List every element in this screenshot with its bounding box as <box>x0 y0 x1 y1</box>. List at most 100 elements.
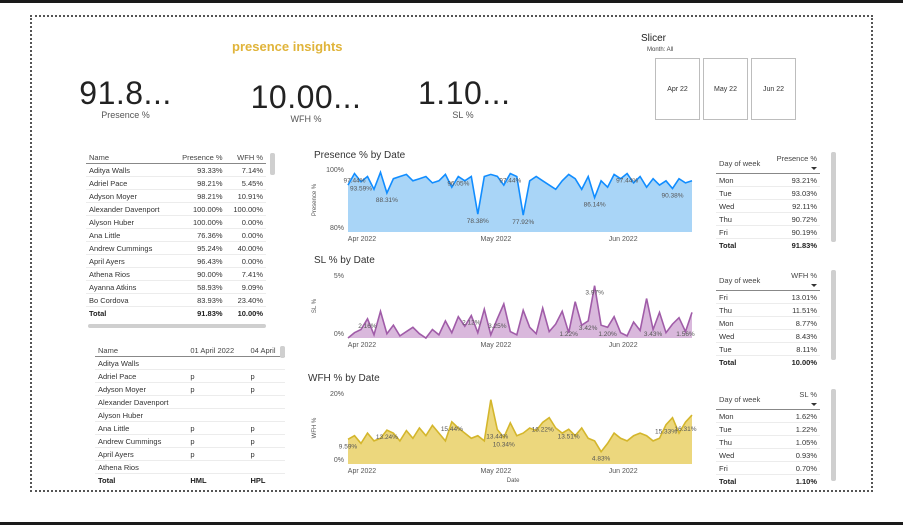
col-name-header[interactable]: Name <box>86 152 173 164</box>
matrix-row-cell: p <box>247 421 285 435</box>
dow-sl-col-value[interactable]: SL % <box>781 389 820 410</box>
employee-table-hscrollbar[interactable] <box>88 324 266 328</box>
dow-sl-row[interactable]: Tue 1.22% <box>716 422 820 436</box>
dow-presence-scrollbar[interactable] <box>831 152 836 242</box>
employee-row[interactable]: Athena Rios 90.00% 7.41% <box>86 267 266 281</box>
y-tick-label: 0% <box>334 331 344 338</box>
employee-row[interactable]: Alexander Davenport 100.00% 100.00% <box>86 202 266 216</box>
dow-wfh-row-cell: 8.43% <box>778 329 820 343</box>
employee-row-cell: 98.21% <box>172 189 226 203</box>
matrix-row[interactable]: Andrew Cummings p p <box>95 434 285 448</box>
slicer-option-apr[interactable]: Apr 22 <box>655 58 700 120</box>
sl-by-date-chart[interactable]: SL % 5% 0% 2.16% 2.12% 3.25% 1.22%3.42% 3.97% 1.… <box>306 268 706 354</box>
dow-wfh-table: Day of week WFH % Fri 13.01% Thu 11.51% Mon 8… <box>716 270 820 368</box>
slicer-option-may[interactable]: May 22 <box>703 58 748 120</box>
employee-row[interactable]: Ayanna Atkins 58.93% 9.09% <box>86 280 266 294</box>
presence-chart-title: Presence % by Date <box>314 150 406 161</box>
employee-row-cell: Alyson Huber <box>86 215 173 229</box>
employee-row[interactable]: Aditya Walls 93.33% 7.14% <box>86 163 266 177</box>
dow-sl-row[interactable]: Fri 0.70% <box>716 461 820 475</box>
y-tick-label: 0% <box>334 457 344 464</box>
kpi-presence-card[interactable]: 91.8... Presence % <box>78 75 173 120</box>
dow-wfh-row[interactable]: Wed 8.43% <box>716 329 820 343</box>
kpi-presence-value: 91.8... <box>79 75 172 111</box>
dow-sl-row[interactable]: Thu 1.05% <box>716 435 820 449</box>
employee-table-scrollbar[interactable] <box>270 153 275 175</box>
y-axis-title: Presence % <box>312 183 318 216</box>
employee-table: Name Presence % WFH % Aditya Walls 93.33%… <box>86 152 266 319</box>
matrix-row-cell: p <box>247 382 285 396</box>
data-label: 78.38% <box>467 218 489 225</box>
dow-wfh-col-day[interactable]: Day of week <box>716 270 779 291</box>
dow-wfh-col-value[interactable]: WFH % <box>778 270 820 291</box>
employee-row[interactable]: Adriel Pace 98.21% 5.45% <box>86 176 266 190</box>
x-tick-label: May 2022 <box>481 342 512 349</box>
matrix-name-header[interactable]: Name <box>95 345 188 357</box>
dow-presence-row[interactable]: Wed 92.11% <box>716 199 820 213</box>
data-label: 96.05% <box>447 181 469 188</box>
dow-sl-row-cell: Tue <box>716 422 782 436</box>
total-cell: Total <box>86 306 173 319</box>
data-label: 9.59% <box>339 443 358 450</box>
matrix-row-cell <box>187 460 248 474</box>
x-tick-label: Apr 2022 <box>348 342 377 349</box>
matrix-row[interactable]: Athena Rios <box>95 460 285 474</box>
matrix-date1-header[interactable]: 01 April 2022 <box>187 345 248 357</box>
dow-presence-col-day[interactable]: Day of week <box>716 153 769 174</box>
matrix-row[interactable]: Alyson Huber <box>95 408 285 422</box>
employee-row[interactable]: Ana Little 76.36% 0.00% <box>86 228 266 242</box>
slicer-title: Slicer <box>641 33 667 44</box>
dow-sl-row[interactable]: Wed 0.93% <box>716 448 820 462</box>
dow-wfh-row[interactable]: Mon 8.77% <box>716 316 820 330</box>
dow-presence-row[interactable]: Fri 90.19% <box>716 225 820 239</box>
wfh-by-date-chart[interactable]: WFH % 20% 0% 9.59% 13.24% 15.44% 13.44%10.34% 1… <box>306 386 706 488</box>
dow-wfh-scrollbar[interactable] <box>831 270 836 360</box>
employee-row-cell: Adriel Pace <box>86 176 173 190</box>
matrix-row-cell: Aditya Walls <box>95 356 188 370</box>
total-cell: HPL <box>247 473 285 486</box>
dow-wfh-row-cell: Wed <box>716 329 779 343</box>
employee-row-cell: Aditya Walls <box>86 163 173 177</box>
presence-by-date-chart[interactable]: Presence %100%80%97.44%93.59%88.31%96.05… <box>306 162 706 248</box>
employee-row-cell: Athena Rios <box>86 267 173 281</box>
matrix-row-cell <box>187 356 248 370</box>
matrix-row[interactable]: April Ayers p p <box>95 447 285 461</box>
kpi-sl-card[interactable]: 1.10... SL % <box>418 75 510 120</box>
matrix-scrollbar[interactable] <box>280 346 285 358</box>
slicer-option-jun[interactable]: Jun 22 <box>751 58 796 120</box>
matrix-row[interactable]: Adriel Pace p p <box>95 369 285 383</box>
employee-row[interactable]: Andrew Cummings 95.24% 40.00% <box>86 241 266 255</box>
matrix-row[interactable]: Alexander Davenport <box>95 395 285 409</box>
kpi-wfh-card[interactable]: 10.00... WFH % <box>250 79 362 124</box>
data-label: 97.44% <box>343 178 365 185</box>
dow-wfh-row[interactable]: Tue 8.11% <box>716 342 820 356</box>
dow-presence-col-value[interactable]: Presence % <box>768 153 820 174</box>
employee-row[interactable]: Bo Cordova 83.93% 23.40% <box>86 293 266 307</box>
employee-row[interactable]: Alyson Huber 100.00% 0.00% <box>86 215 266 229</box>
matrix-row-cell: Adriel Pace <box>95 369 188 383</box>
dow-presence-row[interactable]: Tue 93.03% <box>716 186 820 200</box>
data-label: 3.97% <box>585 290 604 297</box>
total-row: Total 91.83% <box>716 238 820 251</box>
dow-wfh-row[interactable]: Thu 11.51% <box>716 303 820 317</box>
col-wfh-header[interactable]: WFH % <box>225 152 266 164</box>
matrix-row[interactable]: Adyson Moyer p p <box>95 382 285 396</box>
total-cell: 10.00% <box>778 355 820 368</box>
dow-presence-row[interactable]: Mon 93.21% <box>716 173 820 187</box>
series-area <box>348 399 692 464</box>
matrix-row[interactable]: Aditya Walls <box>95 356 285 370</box>
employee-row-cell: 40.00% <box>225 241 266 255</box>
matrix-row-cell <box>247 356 285 370</box>
dow-sl-scrollbar[interactable] <box>831 389 836 481</box>
dow-presence-row[interactable]: Thu 90.72% <box>716 212 820 226</box>
matrix-row-cell <box>187 408 248 422</box>
matrix-row[interactable]: Ana Little p p <box>95 421 285 435</box>
dow-sl-row[interactable]: Mon 1.62% <box>716 409 820 423</box>
matrix-row-cell: Alyson Huber <box>95 408 188 422</box>
employee-row[interactable]: Adyson Moyer 98.21% 10.91% <box>86 189 266 203</box>
total-row: Total 1.10% <box>716 474 820 487</box>
col-presence-header[interactable]: Presence % <box>172 152 226 164</box>
employee-row[interactable]: April Ayers 96.43% 0.00% <box>86 254 266 268</box>
dow-sl-col-day[interactable]: Day of week <box>716 389 782 410</box>
dow-wfh-row[interactable]: Fri 13.01% <box>716 290 820 304</box>
